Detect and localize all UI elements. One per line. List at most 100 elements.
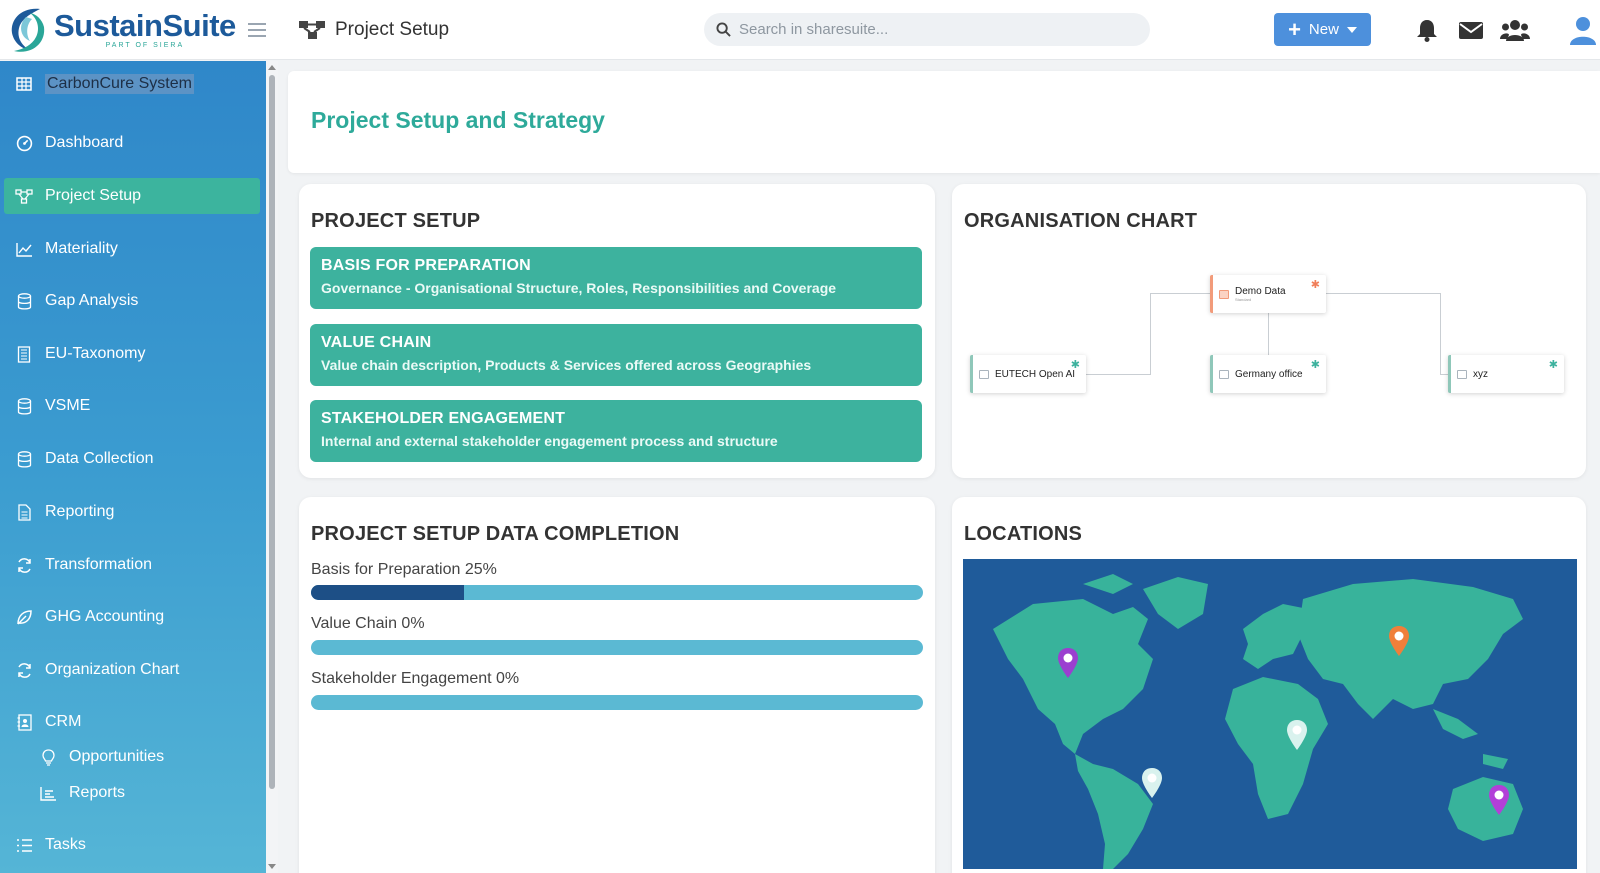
new-button-label: New [1308, 21, 1339, 38]
node-icon [1219, 369, 1229, 379]
org-node-child[interactable]: Germany office ✱ [1210, 355, 1326, 393]
user-avatar-icon[interactable] [1569, 15, 1597, 45]
users-icon[interactable] [1500, 17, 1530, 43]
logo-mark-icon [11, 8, 45, 52]
gear-icon[interactable]: ✱ [1311, 358, 1320, 371]
data-completion-card: PROJECT SETUP DATA COMPLETION Basis for … [299, 497, 935, 873]
sidebar-item-label: EU-Taxonomy [45, 345, 146, 362]
map-pin-icon[interactable] [1388, 625, 1410, 657]
sidebar-item-label: Materiality [45, 240, 118, 257]
org-node-child[interactable]: xyz ✱ [1448, 355, 1564, 393]
tile-description: Internal and external stakeholder engage… [321, 433, 778, 449]
progress-label: Basis for Preparation 25% [311, 561, 497, 578]
brand-logo[interactable]: SustainSuite PART OF SIERA [0, 3, 240, 57]
tile-title: STAKEHOLDER ENGAGEMENT [321, 410, 566, 427]
line-chart-icon [15, 240, 33, 258]
company-name: CarbonCure System [45, 74, 194, 94]
menu-toggle-icon[interactable] [248, 22, 266, 37]
org-connector [1086, 374, 1151, 375]
database-icon [15, 397, 33, 415]
tile-description: Governance - Organisational Structure, R… [321, 280, 837, 296]
bar-chart-icon [39, 784, 57, 802]
gear-icon[interactable]: ✱ [1311, 278, 1320, 291]
map-pin-icon[interactable] [1057, 647, 1079, 679]
sidebar-item-gap-analysis[interactable]: Gap Analysis [4, 283, 260, 319]
node-icon [1219, 289, 1229, 299]
world-map[interactable] [963, 559, 1577, 869]
tasks-icon [15, 836, 33, 854]
sidebar-item-label: Data Collection [45, 450, 154, 467]
sidebar-item-label: Transformation [45, 556, 152, 573]
sidebar-item-organization-chart[interactable]: Organization Chart [4, 652, 260, 688]
sidebar-item-tasks[interactable]: Tasks [4, 827, 260, 863]
sidebar-item-dashboard[interactable]: Dashboard [4, 125, 260, 161]
org-connector [1320, 293, 1440, 294]
document-icon [15, 503, 33, 521]
gear-icon[interactable]: ✱ [1071, 358, 1080, 371]
sidebar-item-opportunities[interactable]: Opportunities [28, 739, 260, 775]
scroll-up-icon[interactable] [268, 65, 276, 70]
tile-stakeholder-engagement[interactable]: STAKEHOLDER ENGAGEMENT Internal and exte… [310, 400, 922, 462]
org-connector [1268, 312, 1269, 357]
project-setup-icon [15, 187, 33, 205]
org-chart-heading: ORGANISATION CHART [964, 210, 1198, 232]
sync-icon [15, 661, 33, 679]
sidebar-item-reporting[interactable]: Reporting [4, 494, 260, 530]
building-icon [15, 345, 33, 363]
sidebar-item-materiality[interactable]: Materiality [4, 231, 260, 267]
map-pin-icon[interactable] [1286, 719, 1308, 751]
sidebar-item-label: GHG Accounting [45, 608, 165, 625]
leaf-icon [15, 608, 33, 626]
sidebar-company-selector[interactable]: CarbonCure System [4, 66, 260, 102]
gear-icon[interactable]: ✱ [1549, 358, 1558, 371]
sidebar: CarbonCure System Dashboard Project Setu… [0, 61, 266, 873]
lightbulb-icon [39, 748, 57, 766]
org-node-root[interactable]: Demo Data Standard ✱ [1210, 275, 1326, 313]
sidebar-item-ghg-accounting[interactable]: GHG Accounting [4, 599, 260, 635]
sidebar-item-crm[interactable]: CRM [4, 704, 260, 740]
dashboard-icon [15, 134, 33, 152]
contact-book-icon [15, 713, 33, 731]
sidebar-scrollbar[interactable] [266, 61, 278, 873]
tile-basis-for-preparation[interactable]: BASIS FOR PREPARATION Governance - Organ… [310, 247, 922, 309]
tile-title: VALUE CHAIN [321, 334, 432, 351]
org-node-child[interactable]: EUTECH Open AI ✱ [970, 355, 1086, 393]
sidebar-item-project-setup[interactable]: Project Setup [4, 178, 260, 214]
mail-icon[interactable] [1457, 17, 1485, 43]
completion-heading: PROJECT SETUP DATA COMPLETION [311, 523, 680, 545]
progress-fill [311, 585, 464, 600]
progress-bar-basis [311, 585, 923, 600]
tile-value-chain[interactable]: VALUE CHAIN Value chain description, Pro… [310, 324, 922, 386]
tile-description: Value chain description, Products & Serv… [321, 357, 812, 373]
database-icon [15, 450, 33, 468]
sidebar-item-transformation[interactable]: Transformation [4, 547, 260, 583]
map-pin-icon[interactable] [1488, 784, 1510, 816]
sidebar-item-label: Reports [69, 784, 126, 801]
scroll-down-icon[interactable] [268, 864, 276, 869]
project-setup-heading: PROJECT SETUP [311, 210, 481, 232]
organisation-chart-card: ORGANISATION CHART Demo Data Standard ✱ E… [952, 184, 1586, 478]
brand-sub: PART OF SIERA [105, 41, 185, 49]
chevron-down-icon [1346, 26, 1357, 33]
sidebar-item-eu-taxonomy[interactable]: EU-Taxonomy [4, 336, 260, 372]
progress-label: Value Chain 0% [311, 615, 425, 632]
node-icon [979, 369, 989, 379]
org-connector [1150, 293, 1151, 374]
sidebar-item-reports[interactable]: Reports [28, 775, 260, 811]
sidebar-item-label: Project Setup [45, 187, 142, 204]
project-setup-icon [299, 20, 325, 39]
brand-name: SustainSuite [54, 7, 236, 43]
map-pin-icon[interactable] [1141, 767, 1163, 799]
sidebar-item-label: Dashboard [45, 134, 124, 151]
sidebar-item-label: Tasks [45, 836, 86, 853]
grid-icon [15, 75, 33, 93]
sidebar-item-vsme[interactable]: VSME [4, 388, 260, 424]
new-button[interactable]: + New [1274, 13, 1371, 46]
scrollbar-thumb[interactable] [269, 75, 275, 789]
search-input[interactable] [739, 21, 1119, 38]
org-node-name: EUTECH Open AI [995, 368, 1076, 380]
search-bar [704, 13, 1150, 46]
org-node-text: Demo Data Standard [1235, 286, 1286, 302]
sidebar-item-data-collection[interactable]: Data Collection [4, 441, 260, 477]
bell-icon[interactable] [1414, 17, 1440, 43]
